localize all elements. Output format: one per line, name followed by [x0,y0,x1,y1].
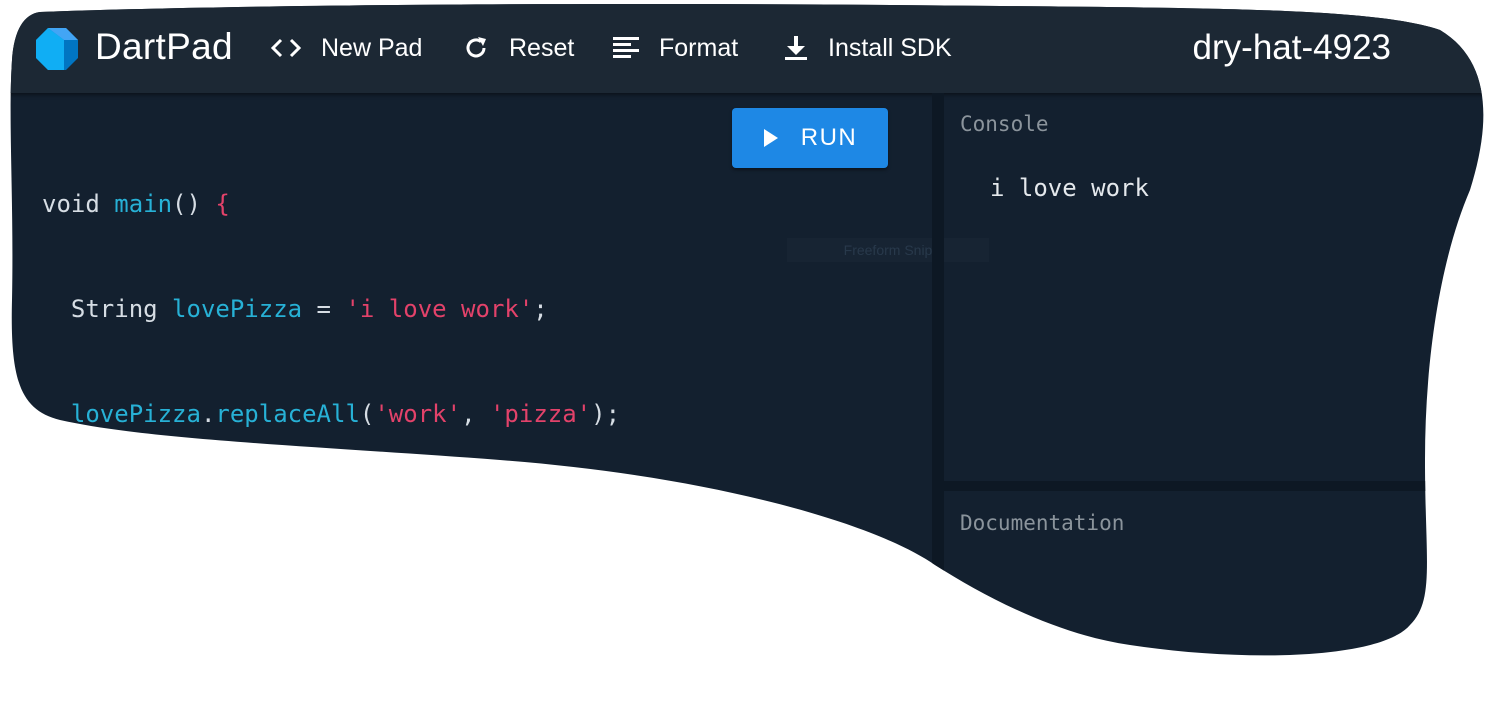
install-sdk-button[interactable]: Install SDK [784,33,952,63]
new-pad-label: New Pad [321,33,423,62]
code-token: ); [591,400,621,428]
code-token: lovePizza [172,295,303,323]
text-cursor [57,611,58,639]
run-button[interactable]: RUN [732,108,888,168]
code-content[interactable]: void main() { String lovePizza = 'i love… [42,117,620,712]
code-line: } [42,607,620,642]
dartpad-window: DartPad New Pad Reset Format Install SDK… [0,0,1489,665]
code-token: } [42,610,57,638]
dart-logo-icon [34,26,80,72]
code-token: ( [143,505,158,533]
code-token: print [70,505,144,533]
code-line: lovePizza.replaceAll('work', 'pizza'); [42,397,620,432]
format-lines-icon [613,35,639,61]
format-button[interactable]: Format [613,33,738,63]
code-token: lovePizza [70,400,201,428]
documentation-label: Documentation [960,511,1125,535]
console-label: Console [960,112,1049,136]
download-icon [784,35,808,61]
code-line: print(lovePizza); [42,502,620,537]
right-panel-divider[interactable] [944,481,1489,491]
code-token: 'i love work' [345,295,534,323]
refresh-icon [463,35,489,61]
code-token: 'work' [374,400,462,428]
code-line: String lovePizza = 'i love work'; [42,292,620,327]
install-sdk-label: Install SDK [828,33,952,62]
code-token: ); [287,505,317,533]
freeform-snip-overlay: Freeform Snip [787,238,989,262]
code-token: () [172,190,216,218]
code-token: { [215,190,230,218]
code-token: 'pizza' [489,400,592,428]
code-brackets-icon [271,37,301,59]
code-token: , [461,400,490,428]
reset-button[interactable]: Reset [463,33,574,63]
code-token: lovePizza [157,505,288,533]
code-line: void main() { [42,187,620,222]
reset-label: Reset [509,33,575,62]
code-token: ; [533,295,548,323]
pad-name: dry-hat-4923 [1192,28,1391,67]
code-token: void [42,190,115,218]
code-token: replaceAll [215,400,360,428]
console-output: i love work [990,174,1149,202]
panel-divider[interactable] [932,93,944,665]
app-title: DartPad [95,26,233,67]
top-toolbar: DartPad New Pad Reset Format Install SDK… [0,0,1489,93]
code-token: main [114,190,173,218]
code-token: String [42,295,173,323]
code-token: = [302,295,346,323]
code-token: . [200,400,216,428]
new-pad-button[interactable]: New Pad [271,33,422,63]
code-token: ( [359,400,375,428]
play-icon [763,128,779,148]
format-label: Format [659,33,739,62]
run-label: RUN [800,124,858,151]
